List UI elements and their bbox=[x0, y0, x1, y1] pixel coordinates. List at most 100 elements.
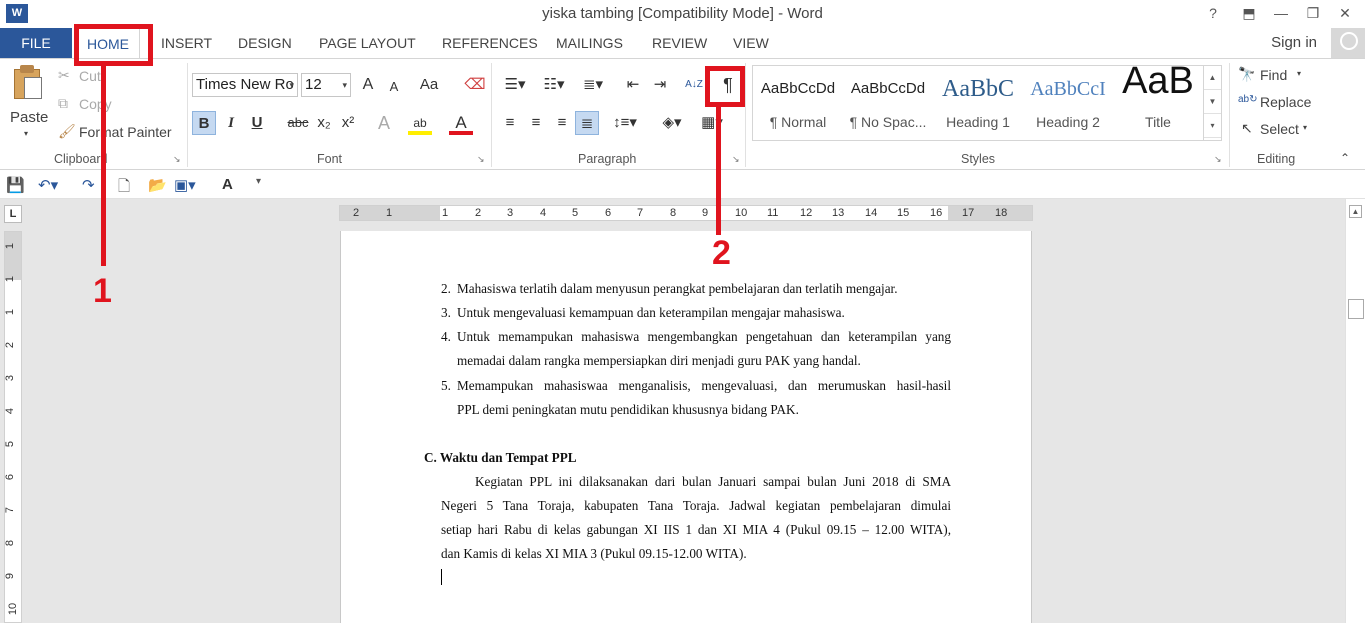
style-no-spacing[interactable]: AaBbCcDd ¶ No Spac... bbox=[843, 66, 933, 140]
text-effects-button[interactable]: A bbox=[372, 111, 396, 135]
ruler-tick-label: 3 bbox=[507, 207, 514, 219]
vertical-ruler[interactable]: 1 1 1 2 3 4 5 6 7 8 9 10 bbox=[4, 231, 22, 623]
clear-formatting-icon[interactable]: ⌫ bbox=[463, 73, 487, 97]
shrink-font-button[interactable]: A bbox=[382, 75, 406, 99]
customize-qat-icon[interactable]: ▾ bbox=[256, 176, 261, 187]
format-painter-button[interactable]: Format Painter bbox=[79, 124, 172, 140]
select-button[interactable]: Select bbox=[1260, 121, 1299, 137]
paste-dropdown-icon[interactable]: ▾ bbox=[24, 129, 28, 138]
open-icon[interactable]: 📂 bbox=[148, 176, 167, 194]
title-bar: W yiska tambing [Compatibility Mode] - W… bbox=[0, 0, 1365, 28]
ruler-tick-label: 5 bbox=[572, 207, 579, 219]
underline-button[interactable]: U bbox=[245, 111, 269, 135]
bold-button[interactable]: B bbox=[192, 111, 216, 135]
avatar[interactable] bbox=[1331, 28, 1365, 58]
find-dropdown-icon[interactable]: ▾ bbox=[1297, 69, 1301, 78]
multilevel-list-icon[interactable]: ≣▾ bbox=[576, 73, 610, 97]
undo-icon[interactable]: ↶▾ bbox=[38, 176, 58, 194]
grow-font-button[interactable]: A bbox=[356, 73, 380, 97]
tab-insert[interactable]: INSERT bbox=[151, 28, 222, 58]
tab-mailings[interactable]: MAILINGS bbox=[546, 28, 633, 58]
tab-design[interactable]: DESIGN bbox=[228, 28, 302, 58]
collapse-ribbon-icon[interactable]: ⌃ bbox=[1340, 151, 1350, 165]
clipboard-launcher-icon[interactable]: ↘ bbox=[173, 154, 181, 165]
align-right-icon[interactable]: ≡ bbox=[550, 111, 574, 135]
cut-button[interactable]: Cut bbox=[79, 68, 101, 84]
tab-page-layout[interactable]: PAGE LAYOUT bbox=[309, 28, 426, 58]
align-left-icon[interactable]: ≡ bbox=[498, 111, 522, 135]
align-center-icon[interactable]: ≡ bbox=[524, 111, 548, 135]
style-heading-2[interactable]: AaBbCcI Heading 2 bbox=[1023, 66, 1113, 140]
close-button[interactable]: ✕ bbox=[1330, 3, 1360, 23]
bullets-icon[interactable]: ☰▾ bbox=[498, 73, 532, 97]
annotation-line-2 bbox=[716, 107, 721, 235]
sort-button[interactable]: A↓Z bbox=[682, 73, 706, 97]
tab-view[interactable]: VIEW bbox=[723, 28, 779, 58]
scrollbar-thumb[interactable] bbox=[1348, 299, 1364, 319]
copy-button[interactable]: Copy bbox=[79, 96, 112, 112]
vertical-scrollbar[interactable]: ▲ bbox=[1345, 199, 1365, 623]
styles-launcher-icon[interactable]: ↘ bbox=[1214, 154, 1222, 165]
select-dropdown-icon[interactable]: ▾ bbox=[1303, 123, 1307, 132]
ruler-tick-label: 11 bbox=[767, 207, 779, 219]
minimize-button[interactable]: — bbox=[1266, 3, 1296, 23]
strikethrough-button[interactable]: abc bbox=[284, 111, 312, 135]
paste-icon[interactable] bbox=[12, 65, 42, 101]
paste-button[interactable]: Paste bbox=[10, 109, 48, 126]
paragraph-line: dan Kamis di kelas XI MIA 3 (Pukul 09.15… bbox=[441, 546, 747, 561]
font-size-field[interactable]: 12 ▾ bbox=[301, 73, 351, 97]
ruler-tick-label: 7 bbox=[4, 506, 17, 514]
font-qat-icon[interactable]: A bbox=[222, 176, 233, 193]
ruler-tick-label: 4 bbox=[4, 407, 17, 415]
decrease-indent-icon[interactable]: ⇤ bbox=[621, 73, 645, 97]
print-layout-icon[interactable]: ▣▾ bbox=[174, 176, 196, 194]
paragraph-launcher-icon[interactable]: ↘ bbox=[732, 154, 740, 165]
find-button[interactable]: Find bbox=[1260, 67, 1287, 83]
ribbon-display-options-icon[interactable]: ⬒ bbox=[1234, 3, 1264, 23]
maximize-button[interactable]: ❐ bbox=[1298, 3, 1328, 23]
tab-file[interactable]: FILE bbox=[0, 28, 72, 58]
clipboard-group-label: Clipboard bbox=[54, 152, 108, 166]
tab-selector[interactable]: L bbox=[4, 205, 22, 223]
style-normal[interactable]: AaBbCcDd ¶ Normal bbox=[753, 66, 843, 140]
subscript-button[interactable]: x₂ bbox=[312, 111, 336, 135]
line-spacing-icon[interactable]: ↕≡▾ bbox=[608, 111, 642, 135]
redo-icon[interactable]: ↷ bbox=[82, 176, 95, 194]
replace-button[interactable]: Replace bbox=[1260, 94, 1311, 110]
highlight-button[interactable]: ab bbox=[408, 111, 432, 135]
ruler-tick-label: 16 bbox=[930, 207, 943, 219]
font-color-button[interactable]: A bbox=[449, 111, 473, 135]
ruler-tick-label: 8 bbox=[4, 539, 17, 547]
save-icon[interactable]: 💾 bbox=[6, 176, 25, 194]
list-item: Memampukan mahasiswaa menganalisis, meng… bbox=[457, 378, 951, 393]
ruler-tick-label: 4 bbox=[540, 207, 547, 219]
shading-icon[interactable]: ◈▾ bbox=[655, 111, 689, 135]
paragraph-line: Kegiatan PPL ini dilaksanakan dari bulan… bbox=[475, 474, 951, 489]
style-title[interactable]: AaB Title bbox=[1113, 60, 1203, 140]
horizontal-ruler[interactable]: 2 1 1 2 3 4 5 6 7 8 9 10 11 12 13 14 15 16 17 18 bbox=[339, 205, 1033, 221]
annotation-box-show-hide bbox=[705, 66, 745, 107]
section-heading: C. Waktu dan Tempat PPL bbox=[424, 450, 577, 465]
scroll-up-icon[interactable]: ▲ bbox=[1349, 205, 1362, 218]
font-launcher-icon[interactable]: ↘ bbox=[477, 154, 485, 165]
document-area: L 2 1 1 2 3 4 5 6 7 8 9 10 11 12 13 14 15 16 17 18 11123456… bbox=[0, 199, 1365, 623]
new-document-icon[interactable]: 🗋 bbox=[118, 176, 130, 201]
ruler-tick-label: 13 bbox=[832, 207, 845, 219]
tab-review[interactable]: REVIEW bbox=[642, 28, 717, 58]
tab-references[interactable]: REFERENCES bbox=[432, 28, 548, 58]
superscript-button[interactable]: x² bbox=[336, 111, 360, 135]
style-heading-1[interactable]: AaBbC Heading 1 bbox=[933, 66, 1023, 140]
numbering-icon[interactable]: ☷▾ bbox=[537, 73, 571, 97]
document-page[interactable]: 2. Mahasiswa terlatih dalam menyusun per… bbox=[340, 231, 1032, 623]
list-item: Mahasiswa terlatih dalam menyusun perang… bbox=[457, 281, 898, 296]
sign-in-link[interactable]: Sign in bbox=[1271, 28, 1317, 58]
change-case-button[interactable]: Aa bbox=[414, 73, 444, 97]
ruler-tick-label: 7 bbox=[637, 207, 644, 219]
borders-icon[interactable]: ▦▾ bbox=[697, 111, 727, 135]
help-button[interactable]: ? bbox=[1198, 3, 1228, 23]
font-name-field[interactable]: Times New Ro ▾ bbox=[192, 73, 298, 97]
styles-gallery-scroll[interactable]: ▲ ▼ ▾ bbox=[1203, 66, 1221, 140]
italic-button[interactable]: I bbox=[219, 111, 243, 135]
justify-icon[interactable]: ≣ bbox=[575, 111, 599, 135]
increase-indent-icon[interactable]: ⇥ bbox=[648, 73, 672, 97]
